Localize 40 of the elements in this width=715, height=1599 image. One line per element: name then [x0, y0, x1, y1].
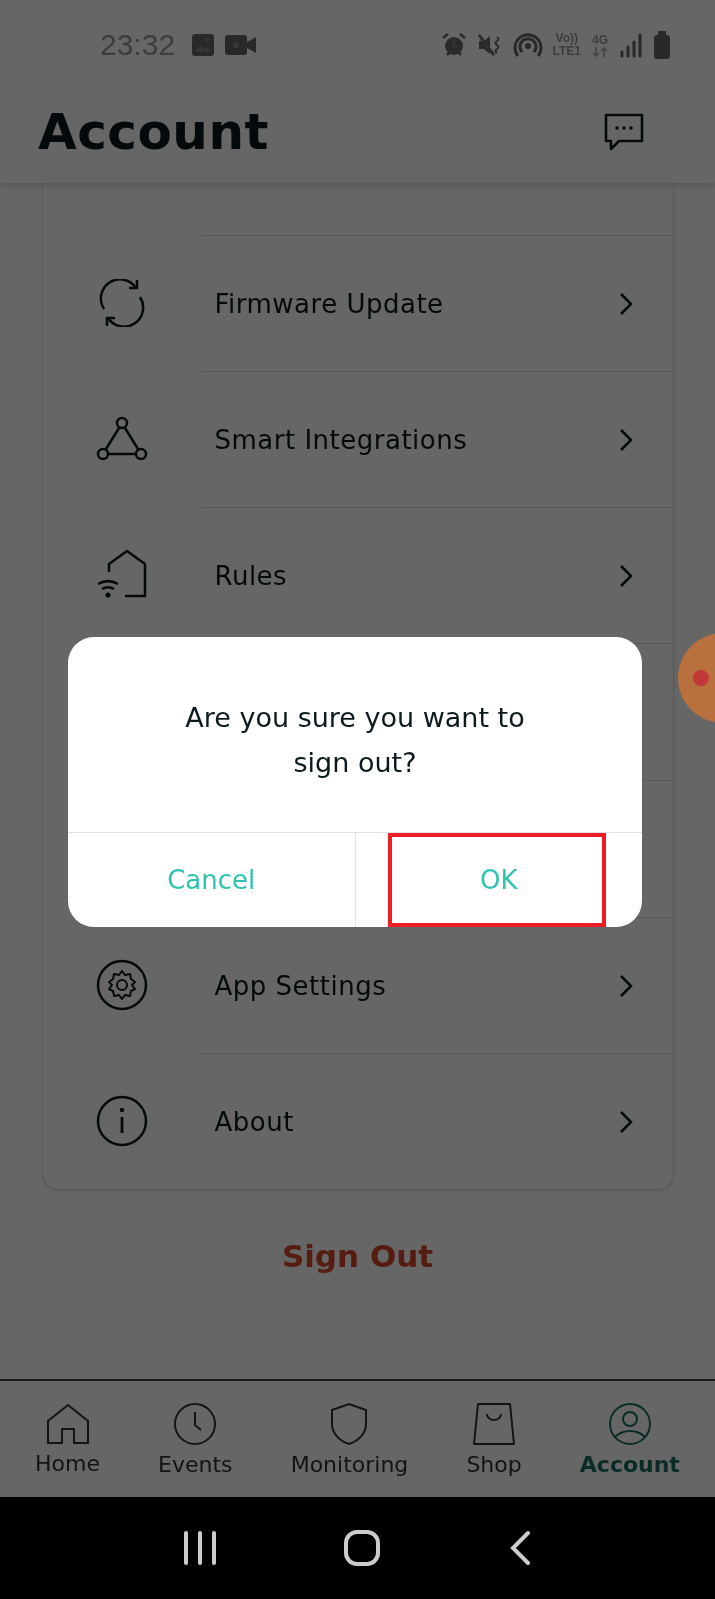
menu-item-label: Smart Integrations	[214, 424, 468, 455]
dialog-message: Are you sure you want to sign out?	[184, 700, 526, 780]
menu-item-label: App Settings	[214, 970, 387, 1001]
settings-icon	[95, 959, 148, 1011]
hotspot-icon	[512, 31, 543, 59]
profile-icon	[607, 1401, 652, 1446]
menu-item[interactable]: Smart Integrations	[42, 371, 673, 507]
page-title: Account	[38, 102, 269, 161]
clock-icon	[173, 1401, 218, 1446]
menu-item[interactable]: Firmware Update	[42, 235, 673, 371]
alarm-icon	[440, 32, 467, 58]
dialog-button[interactable]: Cancel	[68, 833, 355, 927]
image-icon	[191, 33, 216, 57]
menu-item-label: About	[214, 1106, 294, 1137]
menu-item-label: Rules	[214, 560, 288, 591]
chevron-right-icon	[618, 427, 633, 452]
nav-tab[interactable]: Monitoring	[288, 1401, 411, 1477]
chevron-right-icon	[618, 973, 633, 998]
info-icon	[95, 1095, 148, 1147]
chevron-right-icon	[618, 1109, 633, 1134]
home-button-icon[interactable]	[343, 1529, 382, 1567]
home-icon	[44, 1402, 91, 1445]
battery-icon	[653, 31, 671, 59]
shopping-bag-icon	[472, 1401, 517, 1446]
sign-out-button[interactable]: Sign Out	[261, 1230, 454, 1282]
nav-tab[interactable]: Shop	[464, 1401, 524, 1477]
menu-item[interactable]: About	[42, 1053, 673, 1189]
chevron-right-icon	[618, 563, 633, 588]
nav-tab[interactable]: Home	[33, 1402, 102, 1476]
shield-icon	[330, 1401, 369, 1446]
nav-tab[interactable]: Events	[156, 1401, 235, 1477]
video-camera-icon	[225, 34, 258, 56]
network-nodes-icon	[95, 416, 148, 462]
chat-bubble-icon[interactable]	[603, 111, 645, 152]
data-arrows-icon	[591, 46, 609, 57]
signal-icon	[619, 32, 643, 58]
menu-item-label: Firmware Update	[214, 288, 444, 319]
recent-apps-icon[interactable]	[183, 1530, 218, 1566]
chevron-right-icon	[618, 291, 633, 316]
nav-tab[interactable]: Account	[577, 1401, 682, 1477]
